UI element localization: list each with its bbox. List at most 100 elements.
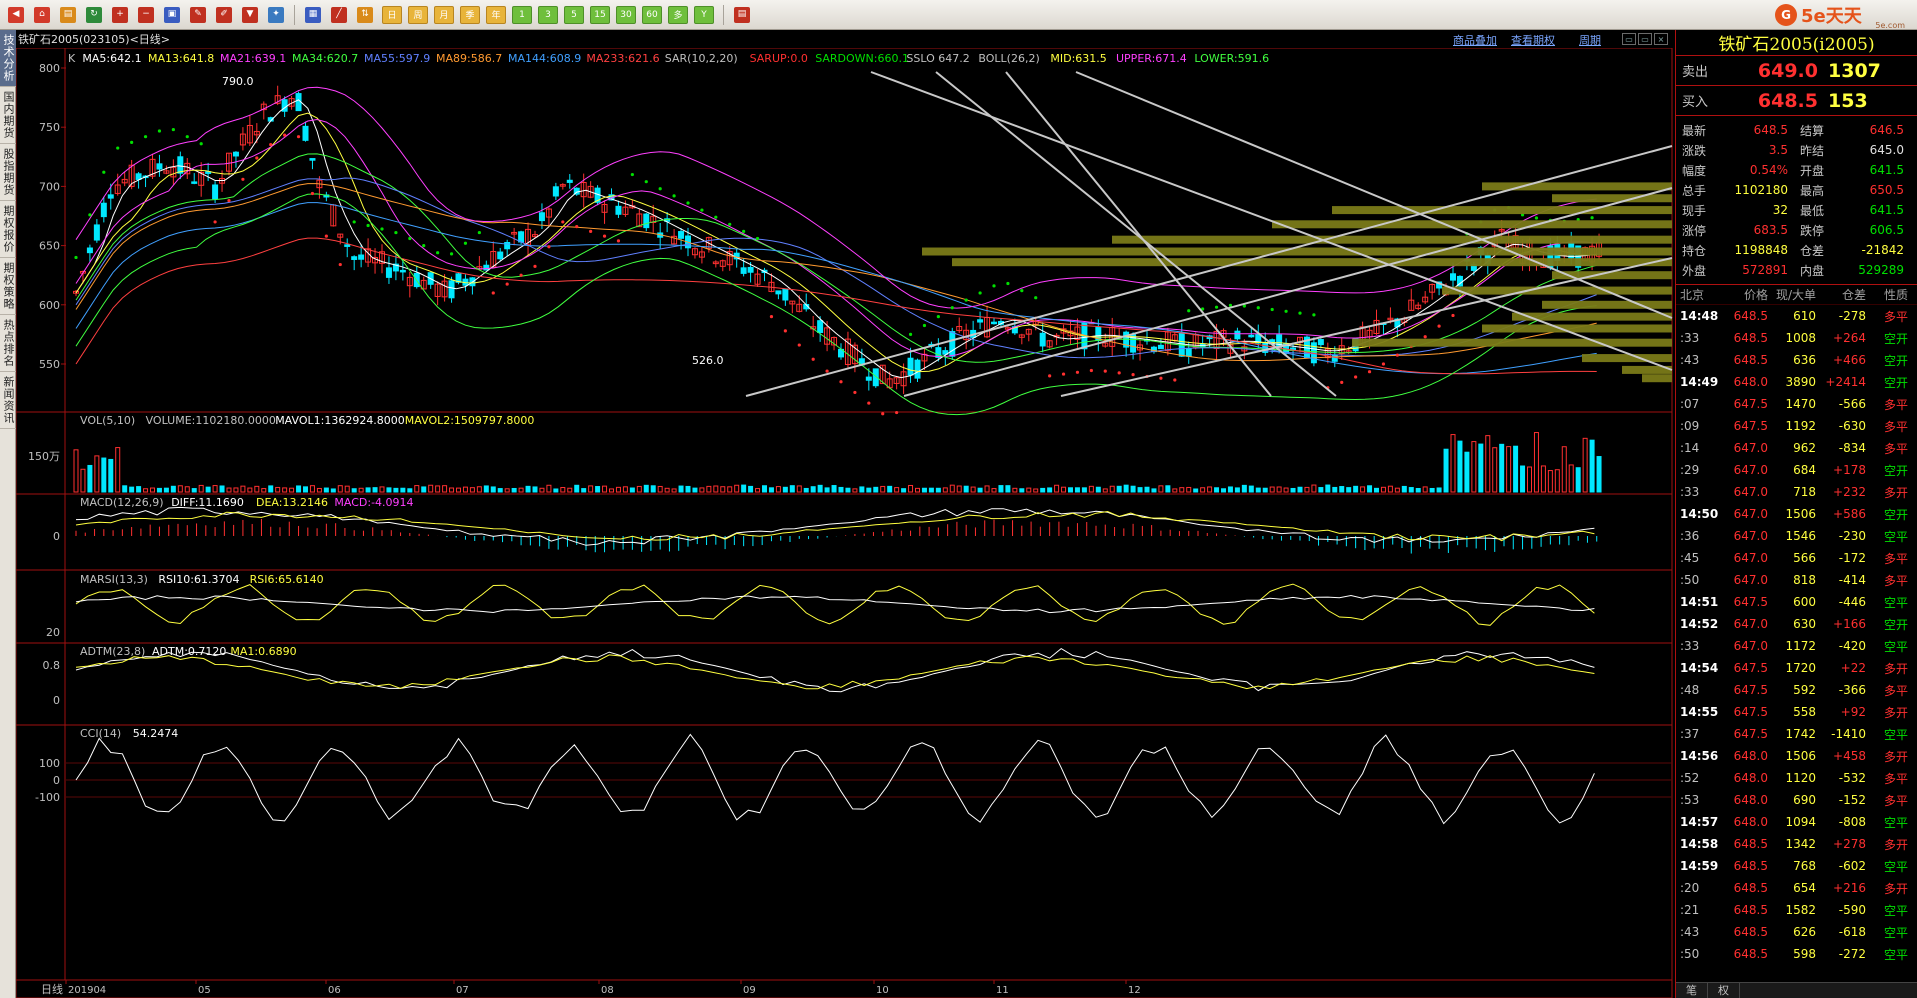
period-button[interactable]: 5	[564, 5, 584, 24]
tick-row[interactable]: :53 648.0 690 -152 多平	[1676, 789, 1917, 811]
notebook-button[interactable]: ▤	[56, 4, 80, 26]
window-button[interactable]: ▣	[160, 4, 184, 26]
tick-row[interactable]: :50 648.5 598 -272 空平	[1676, 943, 1917, 965]
zoom-out-button[interactable]: −	[134, 4, 158, 26]
tick-row[interactable]: 14:59 648.5 768 -602 空平	[1676, 855, 1917, 877]
volume-bar	[636, 485, 642, 493]
tick-row[interactable]: :43 648.5 626 -618 空平	[1676, 921, 1917, 943]
chart-canvas[interactable]: K MA5:642.1 MA13:641.8 MA21:639.1 MA34:620.7…	[16, 48, 1675, 998]
volume-profile-bar	[1332, 206, 1672, 215]
tick-row[interactable]: 14:51 647.5 600 -446 空平	[1676, 591, 1917, 613]
new-button[interactable]: ✦	[264, 4, 288, 26]
tick-row[interactable]: :21 648.5 1582 -590 空平	[1676, 899, 1917, 921]
tick-row[interactable]: :36 647.0 1546 -230 空平	[1676, 525, 1917, 547]
period-button[interactable]: 季	[460, 5, 480, 24]
left-tab[interactable]: 股指期货	[0, 144, 16, 201]
volume-bar	[469, 487, 475, 493]
period-button[interactable]: 15	[590, 5, 610, 24]
tick-row[interactable]: :07 647.5 1470 -566 多平	[1676, 393, 1917, 415]
left-tab[interactable]: 新闻资讯	[0, 372, 16, 429]
tick-volume: 1192	[1785, 419, 1816, 433]
tick-row[interactable]: 14:55 647.5 558 +92 多开	[1676, 701, 1917, 723]
tick-row[interactable]: :29 647.0 684 +178 空开	[1676, 459, 1917, 481]
left-tab[interactable]: 技术分析	[0, 30, 16, 87]
tick-nature: 空平	[1883, 595, 1908, 610]
tick-row[interactable]: :14 647.0 962 -834 多平	[1676, 437, 1917, 459]
volume-bar	[1367, 485, 1373, 493]
tick-volume: 566	[1793, 551, 1816, 565]
draw-pen-button[interactable]: ✎	[186, 4, 210, 26]
tick-list[interactable]: 14:48 648.5 610 -278 多平:33 648.5 1008 +264 空开:43…	[1676, 305, 1917, 965]
stat-label: 内盘	[1800, 263, 1825, 278]
left-tab[interactable]: 期权报价	[0, 201, 16, 258]
brush-button[interactable]: ✐	[212, 4, 236, 26]
period-button[interactable]: 日	[382, 5, 402, 24]
tick-row[interactable]: :33 648.5 1008 +264 空开	[1676, 327, 1917, 349]
compare-button[interactable]: ⇅	[353, 4, 377, 26]
tick-row[interactable]: :09 647.5 1192 -630 多平	[1676, 415, 1917, 437]
stat-label: 现手	[1682, 203, 1707, 218]
sar-dot	[1020, 288, 1024, 293]
tick-row[interactable]: :33 647.0 1172 -420 空平	[1676, 635, 1917, 657]
tick-row[interactable]: 14:56 648.0 1506 +458 多开	[1676, 745, 1917, 767]
period-button[interactable]: Y	[694, 5, 714, 24]
tick-row[interactable]: :45 647.0 566 -172 多平	[1676, 547, 1917, 569]
period-button[interactable]: 年	[486, 5, 506, 24]
period-link[interactable]: 周期	[1579, 32, 1601, 48]
tick-row[interactable]: :20 648.5 654 +216 多开	[1676, 877, 1917, 899]
period-button[interactable]: 3	[538, 5, 558, 24]
refresh-button[interactable]: ↻	[82, 4, 106, 26]
restore-button[interactable]: ▭	[1638, 33, 1652, 45]
tick-row[interactable]: :52 648.0 1120 -532 多平	[1676, 767, 1917, 789]
left-tab[interactable]: 期权策略	[0, 258, 16, 315]
filter-button[interactable]: ▼	[238, 4, 262, 26]
sar-dot	[644, 180, 648, 184]
panel-tab[interactable]: 权	[1708, 983, 1740, 998]
period-button[interactable]: 60	[642, 5, 662, 24]
tick-row[interactable]: 14:50 647.0 1506 +586 空开	[1676, 503, 1917, 525]
tick-row[interactable]: :43 648.5 636 +466 空开	[1676, 349, 1917, 371]
home-button[interactable]: ⌂	[30, 4, 54, 26]
table-button[interactable]: ▦	[301, 4, 325, 26]
tick-row[interactable]: 14:48 648.5 610 -278 多平	[1676, 305, 1917, 327]
zoom-in-button[interactable]: +	[108, 4, 132, 26]
volume-profile-bar	[1442, 286, 1672, 295]
candle-body	[399, 269, 406, 273]
kline-chart-area[interactable]: 铁矿石2005(023105)<日线> 商品叠加 查看期权 周期 ▭ ▭ × K…	[16, 30, 1675, 998]
tick-row[interactable]: :37 647.5 1742 -1410 空平	[1676, 723, 1917, 745]
volume-tick-label: 150万	[28, 450, 60, 463]
back-icon: ◀	[8, 6, 24, 23]
overlay-commodity-link[interactable]: 商品叠加	[1453, 32, 1497, 48]
tick-nature: 多平	[1883, 397, 1908, 412]
period-button[interactable]: 周	[408, 5, 428, 24]
tick-row[interactable]: 14:49 648.0 3890 +2414 空开	[1676, 371, 1917, 393]
logo-url: 5e.com	[1875, 21, 1905, 30]
volume-bar	[859, 486, 865, 493]
volume-bar	[1492, 447, 1498, 493]
left-tab[interactable]: 热点排名	[0, 315, 16, 372]
ask-row[interactable]: 卖出 649.0 1307	[1676, 56, 1917, 86]
tick-row[interactable]: 14:54 647.5 1720 +22 多开	[1676, 657, 1917, 679]
back-button[interactable]: ◀	[4, 4, 28, 26]
left-tab[interactable]: 国内期货	[0, 87, 16, 144]
x-axis-label: 05	[198, 985, 211, 996]
tick-row[interactable]: 14:52 647.0 630 +166 空开	[1676, 613, 1917, 635]
tick-row[interactable]: 14:58 648.5 1342 +278 多开	[1676, 833, 1917, 855]
tick-row[interactable]: :48 647.5 592 -366 多平	[1676, 679, 1917, 701]
view-options-link[interactable]: 查看期权	[1511, 32, 1555, 48]
volume-bar	[796, 485, 802, 493]
bid-row[interactable]: 买入 648.5 153	[1676, 86, 1917, 116]
period-button[interactable]: 多	[668, 5, 688, 24]
line-chart-button[interactable]: ╱	[327, 4, 351, 26]
minimize-button[interactable]: ▭	[1622, 33, 1636, 45]
panel-tab[interactable]: 笔	[1676, 983, 1708, 998]
tick-row[interactable]: :33 647.0 718 +232 多开	[1676, 481, 1917, 503]
period-button[interactable]: 1	[512, 5, 532, 24]
period-button[interactable]: 30	[616, 5, 636, 24]
close-button[interactable]: ×	[1654, 33, 1668, 45]
period-button[interactable]: 月	[434, 5, 454, 24]
tick-row[interactable]: 14:57 648.0 1094 -808 空平	[1676, 811, 1917, 833]
tick-row[interactable]: :50 647.0 818 -414 多平	[1676, 569, 1917, 591]
calculator-button[interactable]: ▤	[730, 4, 754, 26]
stat-value: 572891	[1742, 263, 1788, 277]
